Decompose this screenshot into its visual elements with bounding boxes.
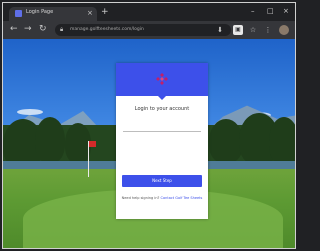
page-content: Login to your account Next Step Need hel…	[3, 39, 295, 248]
login-card-header	[116, 63, 208, 100]
menu-icon[interactable]: ⋮	[263, 25, 273, 35]
close-window-button[interactable]: ×	[283, 7, 289, 15]
download-icon[interactable]: ⬇	[215, 25, 225, 35]
login-card: Login to your account Next Step Need hel…	[116, 63, 208, 219]
address-bar[interactable]: 🔒︎ manage.golfteesheets.com/login	[55, 24, 231, 36]
flag	[89, 141, 96, 147]
profile-avatar[interactable]	[279, 25, 289, 35]
login-heading: Login to your account	[134, 106, 190, 112]
maximize-button[interactable]: □	[267, 7, 274, 15]
favicon-icon	[15, 10, 22, 17]
username-input[interactable]	[123, 121, 201, 132]
tree	[209, 119, 243, 163]
reload-button[interactable]: ↻	[39, 24, 47, 35]
forward-button[interactable]: →	[24, 24, 32, 35]
back-button[interactable]: ←	[10, 24, 18, 35]
diamond-cluster-logo	[156, 73, 168, 85]
bookmark-star-icon[interactable]: ☆	[248, 25, 258, 35]
contact-link[interactable]: Contact Golf Tee Sheets	[161, 196, 203, 200]
browser-window: Login Page × + – □ × ← → ↻ 🔒︎ manage.gol…	[2, 2, 296, 249]
login-footer: Need help signing in? Contact Golf Tee S…	[116, 196, 208, 200]
help-text: Need help signing in?	[121, 196, 160, 200]
tree	[35, 117, 65, 163]
tree	[269, 117, 295, 165]
extension-icon[interactable]: ▣	[233, 25, 243, 35]
lock-icon: 🔒︎	[60, 26, 64, 33]
cloud	[17, 109, 43, 115]
tab-strip: Login Page × + – □ ×	[3, 3, 295, 21]
browser-tab[interactable]: Login Page ×	[9, 7, 97, 21]
next-step-button[interactable]: Next Step	[122, 175, 202, 187]
minimize-button[interactable]: –	[251, 7, 255, 15]
new-tab-button[interactable]: +	[101, 8, 109, 17]
tab-close-icon[interactable]: ×	[87, 8, 93, 18]
browser-toolbar: ← → ↻ 🔒︎ manage.golfteesheets.com/login …	[3, 21, 295, 39]
tab-title: Login Page	[26, 9, 54, 15]
address-url: manage.golfteesheets.com/login	[70, 27, 144, 32]
